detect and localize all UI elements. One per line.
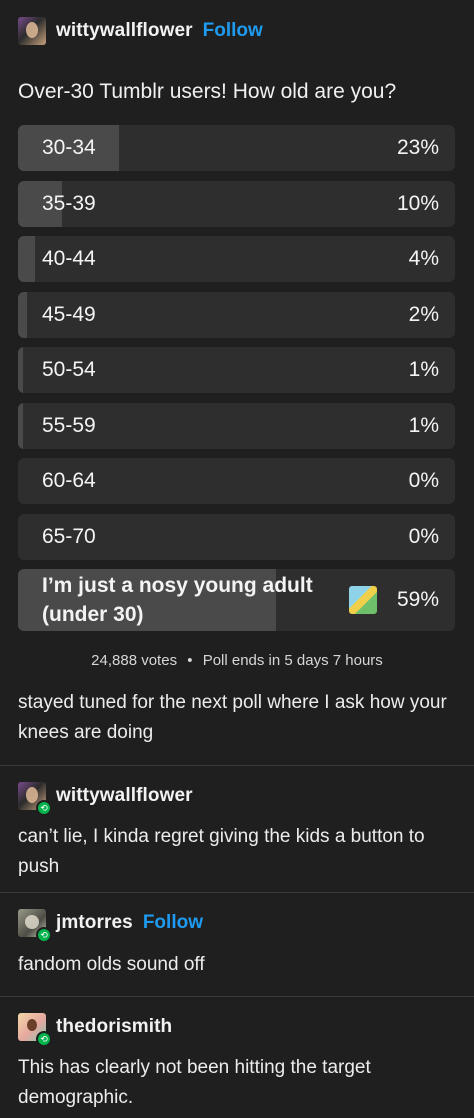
- divider: [0, 996, 474, 997]
- poll-option[interactable]: 55-59 1%: [18, 402, 455, 449]
- username[interactable]: thedorismith: [56, 1016, 172, 1038]
- poll-option[interactable]: 60-64 0%: [18, 458, 455, 504]
- poll-option[interactable]: I’m just a nosy young adult (under 30) 5…: [18, 569, 455, 631]
- poll-option-label: 35-39: [42, 191, 96, 215]
- poll-option[interactable]: 30-34 23%: [18, 125, 455, 171]
- reblog-header: ⟲ thedorismith: [18, 1010, 172, 1047]
- poll-option-percent: 0%: [408, 469, 439, 492]
- reblog-header: ⟲ wittywallflower: [18, 779, 193, 816]
- poll-option-label: 65-70: [42, 524, 96, 548]
- username[interactable]: wittywallflower: [56, 785, 193, 807]
- poll-option-label: 60-64: [42, 469, 96, 492]
- divider: [0, 765, 474, 766]
- avatar[interactable]: ⟲: [18, 782, 52, 816]
- poll-option-fill: [18, 347, 24, 393]
- poll: 30-34 23% 35-39 10% 40-44 4% 45-49 2% 50…: [18, 125, 455, 641]
- follow-button[interactable]: Follow: [143, 912, 203, 934]
- meta-separator: •: [187, 652, 193, 669]
- poll-option[interactable]: 35-39 10%: [18, 180, 455, 227]
- poll-end-time: Poll ends in 5 days 7 hours: [202, 652, 383, 669]
- poll-question: Over-30 Tumblr users! How old are you?: [18, 80, 397, 103]
- poll-option-percent: 59%: [396, 588, 439, 611]
- poll-option-label: 40-44: [42, 247, 96, 270]
- poll-option-percent: 2%: [408, 302, 439, 326]
- reblog-header: ⟲ jmtorres Follow: [18, 906, 203, 943]
- reblog-text: This has clearly not been hitting the ta…: [18, 1057, 371, 1108]
- vote-count: 24,888 votes: [91, 652, 178, 669]
- poll-option-label: 45-49: [42, 302, 96, 326]
- avatar[interactable]: ⟲: [18, 1013, 52, 1047]
- poll-option-percent: 23%: [396, 136, 439, 159]
- poll-option-label: I’m just a nosy young adult (under 30): [42, 574, 313, 626]
- poll-option-percent: 4%: [408, 247, 439, 270]
- username[interactable]: wittywallflower: [56, 20, 193, 42]
- username[interactable]: jmtorres: [56, 912, 133, 934]
- reblog-text: can’t lie, I kinda regret giving the kid…: [18, 826, 425, 877]
- reblog-icon: ⟲: [36, 800, 52, 816]
- poll-option[interactable]: 50-54 1%: [18, 347, 455, 393]
- poll-option-fill: [18, 236, 36, 282]
- poll-option-image: [349, 586, 377, 614]
- poll-option-percent: 10%: [396, 191, 439, 215]
- follow-button[interactable]: Follow: [203, 20, 263, 42]
- poll-option-percent: 0%: [408, 524, 439, 548]
- avatar[interactable]: [18, 17, 46, 45]
- poll-option-percent: 1%: [408, 413, 439, 437]
- poll-option-fill: [18, 291, 27, 338]
- divider: [0, 892, 474, 893]
- poll-option[interactable]: 65-70 0%: [18, 513, 455, 560]
- avatar[interactable]: ⟲: [18, 909, 52, 943]
- poll-option[interactable]: 40-44 4%: [18, 236, 455, 282]
- post-header: wittywallflower Follow: [18, 14, 263, 48]
- poll-option-fill: [18, 402, 24, 449]
- poll-option[interactable]: 45-49 2%: [18, 291, 455, 338]
- poll-option-label: 55-59: [42, 413, 96, 437]
- reblog-text: fandom olds sound off: [18, 954, 205, 975]
- poll-option-label: 50-54: [42, 358, 96, 381]
- post-caption: stayed tuned for the next poll where I a…: [18, 692, 447, 743]
- poll-option-percent: 1%: [408, 358, 439, 381]
- poll-meta: 24,888 votes • Poll ends in 5 days 7 hou…: [0, 652, 474, 669]
- reblog-icon: ⟲: [36, 927, 52, 943]
- reblog-icon: ⟲: [36, 1031, 52, 1047]
- poll-option-label: 30-34: [42, 136, 96, 159]
